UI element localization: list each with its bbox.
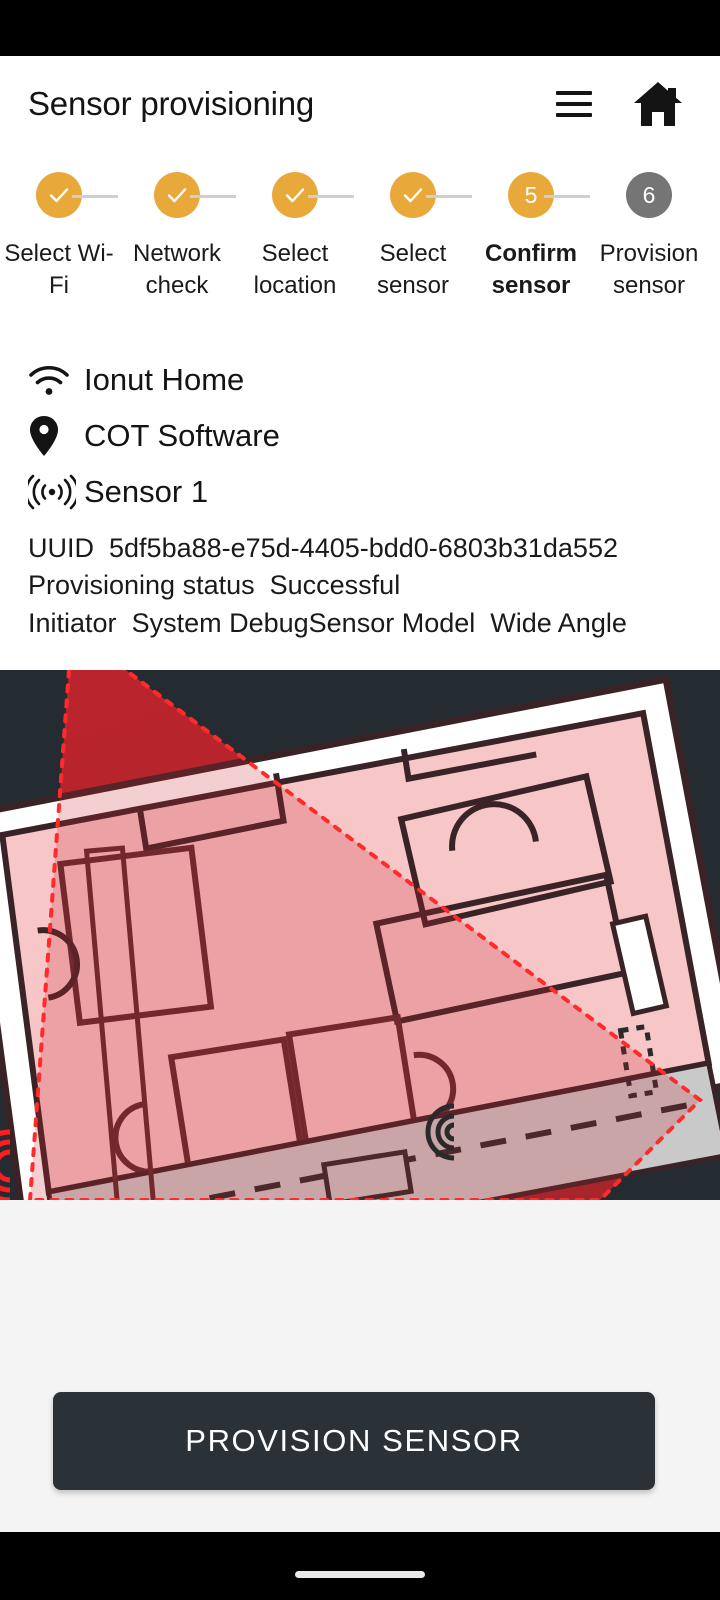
uuid-value: 5df5ba88-e75d-4405-bdd0-6803b31da552 (109, 533, 618, 563)
map-pin-icon (28, 415, 84, 457)
step-6-label: Provision sensor (599, 240, 699, 299)
summary-row-wifi: Ionut Home (28, 352, 692, 408)
summary-list: Ionut Home COT Software Sensor 1 (28, 352, 692, 520)
app-bar-actions (556, 80, 684, 128)
wifi-name: Ionut Home (84, 362, 245, 397)
app-bar: Sensor provisioning (0, 56, 720, 152)
detail-uuid: UUID 5df5ba88-e75d-4405-bdd0-6803b31da55… (28, 530, 700, 567)
hamburger-glyph (556, 91, 592, 117)
uuid-label: UUID (28, 533, 94, 563)
model-value: Wide Angle (490, 607, 627, 638)
step-6-provision-sensor[interactable]: 6 Provision sensor (590, 172, 708, 302)
provisioning-stepper: Select Wi-Fi Network check Select locati… (0, 172, 720, 302)
home-gesture-pill[interactable] (295, 1571, 425, 1578)
sensor-name: Sensor 1 (84, 474, 209, 509)
sensor-details: UUID 5df5ba88-e75d-4405-bdd0-6803b31da55… (28, 530, 700, 642)
home-icon[interactable] (632, 80, 684, 128)
model-label: Sensor Model (308, 607, 476, 638)
step-1-select-wifi[interactable]: Select Wi-Fi (0, 172, 118, 302)
wifi-icon (28, 364, 84, 396)
step-6-indicator: 6 (626, 172, 672, 218)
initiator-label: Initiator (28, 607, 117, 638)
system-status-bar (0, 0, 720, 56)
system-navigation-bar (0, 1532, 720, 1600)
detail-status: Provisioning status Successful (28, 567, 700, 604)
sensor-waves-icon (28, 474, 84, 510)
provision-sensor-button[interactable]: PROVISION SENSOR (53, 1392, 655, 1490)
app-screen: Sensor provisioning Select Wi-Fi Network… (0, 0, 720, 1600)
step-3-select-location[interactable]: Select location (236, 172, 354, 302)
hamburger-menu-icon[interactable] (556, 91, 592, 117)
step-3-label: Select location (253, 240, 337, 299)
summary-row-sensor: Sensor 1 (28, 464, 692, 520)
step-4-select-sensor[interactable]: Select sensor (354, 172, 472, 302)
step-5-confirm-sensor[interactable]: 5 Confirm sensor (472, 172, 590, 302)
location-name: COT Software (84, 418, 280, 453)
initiator-value: System Debug (131, 607, 309, 638)
step-1-label: Select Wi-Fi (4, 240, 114, 299)
content-sheet: Select Wi-Fi Network check Select locati… (0, 152, 720, 670)
step-2-label: Network check (132, 240, 222, 299)
detail-initiator-model: Initiator System DebugSensor Model Wide … (28, 605, 700, 642)
step-4-label: Select sensor (376, 240, 450, 299)
summary-row-location: COT Software (28, 408, 692, 464)
page-title: Sensor provisioning (28, 85, 315, 122)
step-2-network-check[interactable]: Network check (118, 172, 236, 302)
floorplan-coverage-preview[interactable] (0, 670, 720, 1200)
status-label: Provisioning status (28, 570, 255, 601)
step-5-label: Confirm sensor (485, 240, 577, 299)
status-value: Successful (269, 570, 401, 601)
